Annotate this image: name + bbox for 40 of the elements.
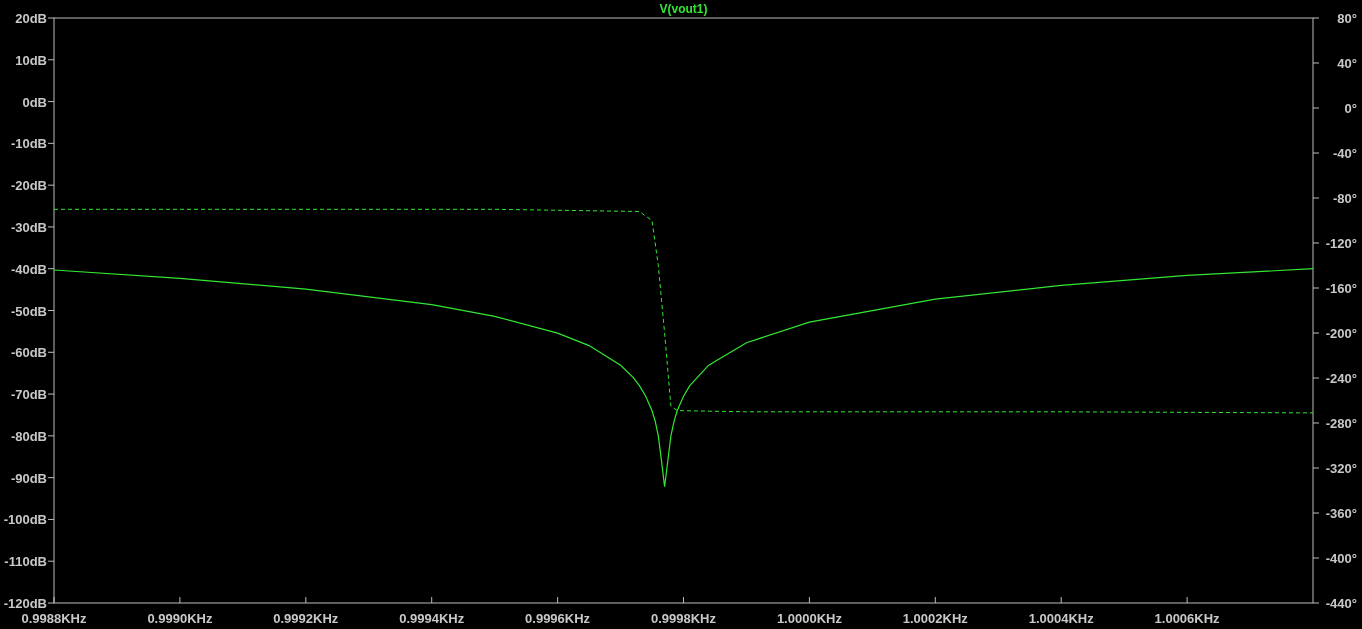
y-axis-label: -100dB (3, 512, 47, 528)
y-axis-label: -120dB (3, 596, 47, 611)
y-axis-label: -70dB (10, 387, 47, 403)
x-axis-label: 1.0002KHz (902, 611, 968, 626)
x-axis-label: 0.9996KHz (525, 611, 591, 626)
y-axis-label: 10dB (15, 52, 47, 68)
y-axis-label: -320° (1325, 461, 1357, 476)
x-axis-label: 1.0006KHz (1154, 611, 1220, 626)
x-axis-label: 0.9992KHz (273, 611, 339, 626)
x-axis-label: 0.9990KHz (147, 611, 213, 626)
y-axis-label: 80° (1337, 11, 1357, 26)
y-axis-label: -120° (1325, 236, 1357, 251)
y-axis-label: 0° (1344, 101, 1357, 116)
y-axis-label: -40° (1333, 146, 1357, 161)
y-axis-label: -80° (1333, 191, 1357, 206)
y-axis-label: 0dB (22, 94, 47, 110)
x-axis-label: 0.9988KHz (21, 611, 87, 626)
y-axis-label: -20dB (10, 178, 47, 194)
y-axis-label: -400° (1325, 551, 1357, 566)
y-axis-label: -90dB (10, 470, 47, 486)
y-axis-label: -200° (1325, 326, 1357, 341)
y-axis-label: -240° (1325, 371, 1357, 386)
y-axis-label: -50dB (10, 303, 47, 319)
y-axis-label: -40dB (10, 261, 47, 277)
x-axis-label: 1.0004KHz (1028, 611, 1094, 626)
y-axis-label: 40° (1337, 56, 1357, 71)
y-axis-label: -360° (1325, 506, 1357, 521)
y-axis-label: -60dB (10, 345, 47, 361)
x-axis-label: 1.0000KHz (776, 611, 842, 626)
y-axis-label: -30dB (10, 219, 47, 235)
x-axis-label: 0.9998KHz (651, 611, 716, 626)
y-axis-label: -110dB (4, 554, 47, 570)
y-axis-label: -80dB (10, 428, 47, 444)
y-axis-label: 20dB (15, 11, 47, 26)
y-axis-label: -160° (1325, 281, 1357, 296)
y-axis-label: -440° (1325, 596, 1357, 611)
y-axis-label: -10dB (10, 136, 47, 152)
x-axis-label: 0.9994KHz (399, 611, 465, 626)
y-axis-label: -280° (1325, 416, 1357, 431)
chart-title: V(vout1) (659, 2, 708, 16)
